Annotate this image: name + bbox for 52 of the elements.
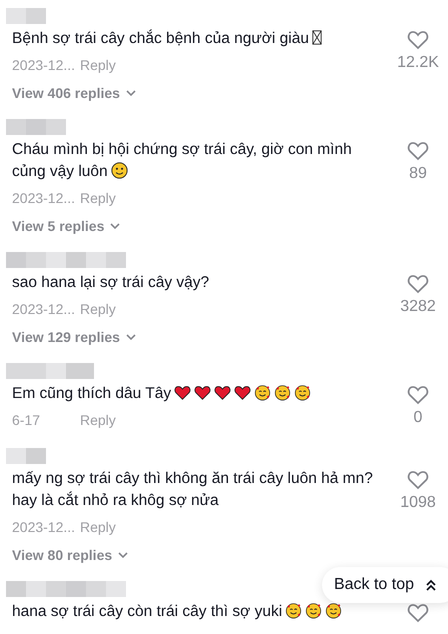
like-icon[interactable]: [407, 385, 429, 405]
smiling-face-hearts-icon: [285, 602, 302, 619]
chevron-down-icon: [126, 90, 136, 96]
like-count: 0: [414, 409, 422, 427]
view-replies-button[interactable]: View 406 replies: [12, 85, 136, 101]
missing-glyph-icon: [312, 29, 322, 46]
smiley-icon: [110, 162, 128, 179]
heart-icon: [234, 384, 252, 401]
back-to-top-button[interactable]: Back to top: [322, 567, 448, 603]
comment-date: 2023-12...: [12, 301, 76, 317]
comment-text: mấy ng sợ trái cây thì không ăn trái cây luôn hả mn? hay là cắt nhỏ ra khôg sợ nửa: [12, 469, 374, 511]
like-icon[interactable]: [407, 603, 429, 623]
reply-link[interactable]: Reply: [80, 190, 116, 206]
reply-link[interactable]: Reply: [80, 412, 116, 428]
like-icon[interactable]: [407, 274, 429, 294]
heart-icon: [214, 384, 232, 401]
chevron-down-icon: [110, 223, 120, 229]
smiling-face-hearts-icon: [305, 602, 322, 619]
like-icon[interactable]: [407, 141, 429, 161]
reply-link[interactable]: Reply: [80, 519, 116, 535]
comment-date: 2023-12...: [12, 190, 76, 206]
chevron-down-icon: [126, 334, 136, 340]
smiling-face-hearts-icon: [254, 384, 272, 401]
comment-date: 2023-12...: [12, 57, 76, 73]
like-count: 1098: [400, 494, 436, 512]
comment-text: Em cũng thích dâu Tây: [12, 383, 388, 405]
blurred-username: [6, 119, 66, 135]
reply-link[interactable]: Reply: [80, 57, 116, 73]
view-replies-button[interactable]: View 129 replies: [12, 329, 136, 345]
like-count: 89: [409, 165, 427, 183]
like-count: 12.2K: [397, 54, 439, 72]
smiling-face-hearts-icon: [325, 602, 342, 619]
comment-text: Cháu mình bị hội chứng sợ trái cây, giờ con mình củng vậy luôn: [12, 140, 353, 182]
blurred-username: [6, 448, 46, 464]
heart-icon: [194, 384, 212, 401]
comment-text: Bệnh sợ trái cây chắc bệnh của người giàu: [12, 28, 388, 50]
blurred-username: [6, 8, 46, 24]
heart-icon: [174, 384, 192, 401]
like-count: 3282: [400, 298, 436, 316]
view-replies-button[interactable]: View 80 replies: [12, 547, 128, 563]
reply-link[interactable]: Reply: [80, 301, 116, 317]
smiling-face-hearts-icon: [294, 384, 312, 401]
comment-text: hana sợ trái cây còn trái cây thì sợ yuki: [12, 601, 388, 623]
like-icon[interactable]: [407, 30, 429, 50]
comment-date: 2023-12...: [12, 519, 76, 535]
double-chevron-up-icon: [426, 579, 436, 591]
view-replies-button[interactable]: View 5 replies: [12, 218, 120, 234]
smiling-face-hearts-icon: [274, 384, 292, 401]
comment-date: 6-17: [12, 412, 42, 428]
chevron-down-icon: [118, 552, 128, 558]
like-icon[interactable]: [407, 470, 429, 490]
comment-text: sao hana lại sợ trái cây vậy?: [12, 273, 210, 293]
